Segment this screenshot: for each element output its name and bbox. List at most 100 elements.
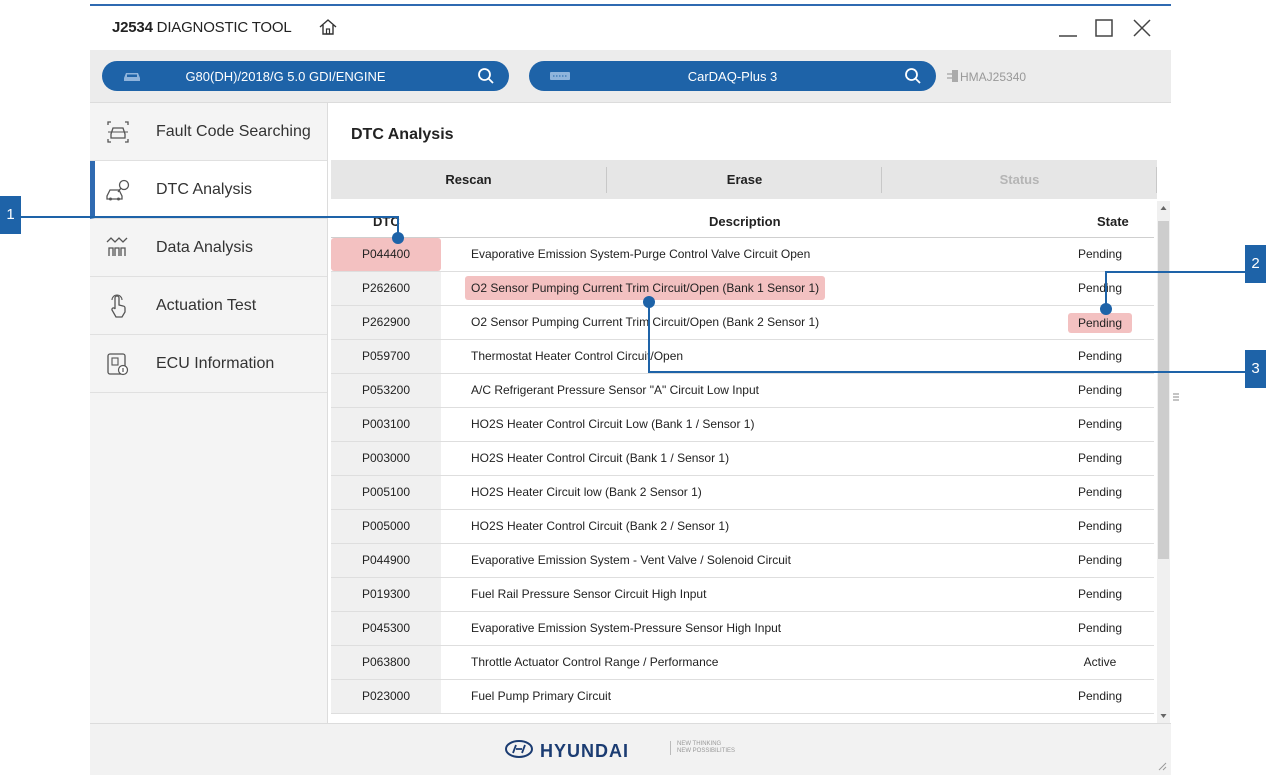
dtc-state: Pending xyxy=(1077,485,1123,499)
action-bar: Rescan Erase Status xyxy=(331,160,1157,199)
hyundai-logo-icon xyxy=(505,740,533,758)
vehicle-selector[interactable]: G80(DH)/2018/G 5.0 GDI/ENGINE xyxy=(102,61,509,91)
maximize-button[interactable] xyxy=(1092,14,1116,40)
scroll-up-arrow[interactable] xyxy=(1157,201,1170,215)
table-row[interactable]: P044900 Evaporative Emission System - Ven… xyxy=(331,544,1154,578)
brand-tagline: NEW THINKING NEW POSSIBILITIES xyxy=(670,741,735,755)
dtc-state: Pending xyxy=(1077,519,1123,533)
dtc-code: P262600 xyxy=(331,272,441,305)
sidebar: Fault Code Searching DTC Analysis Data A… xyxy=(90,103,328,723)
scroll-thumb[interactable] xyxy=(1158,221,1169,559)
action-divider xyxy=(1156,167,1157,193)
dtc-description: Fuel Pump Primary Circuit xyxy=(471,689,612,703)
table-header: DTC Description State xyxy=(331,203,1154,238)
dtc-description: O2 Sensor Pumping Current Trim Circuit/O… xyxy=(471,315,820,329)
dtc-description: Evaporative Emission System-Purge Contro… xyxy=(471,247,811,261)
dtc-description: Thermostat Heater Control Circuit/Open xyxy=(471,349,684,363)
sidebar-item-dtc-analysis[interactable]: DTC Analysis xyxy=(90,161,327,219)
device-id: HMAJ25340 xyxy=(960,70,1027,84)
dtc-state: Active xyxy=(1083,655,1117,669)
table-scrollbar[interactable] xyxy=(1157,201,1170,723)
rescan-button[interactable]: Rescan xyxy=(331,160,606,199)
dtc-code: P262900 xyxy=(331,306,441,339)
sidebar-item-label: Fault Code Searching xyxy=(156,123,311,140)
dtc-code: P005100 xyxy=(331,476,441,509)
sidebar-item-label: DTC Analysis xyxy=(156,181,253,198)
callout-badge: 3 xyxy=(1245,350,1266,388)
dtc-description: A/C Refrigerant Pressure Sensor "A" Circ… xyxy=(471,383,759,397)
table-row[interactable]: P005100 HO2S Heater Circuit low (Bank 2 S… xyxy=(331,476,1154,510)
dtc-code: P053200 xyxy=(331,374,441,407)
table-row[interactable]: P059700 Thermostat Heater Control Circuit… xyxy=(331,340,1154,374)
grip-icon xyxy=(1173,393,1179,401)
dtc-state: Pending xyxy=(1077,247,1123,261)
sidebar-item-actuation-test[interactable]: Actuation Test xyxy=(90,277,327,335)
dtc-code: P023000 xyxy=(331,680,441,713)
status-button: Status xyxy=(999,172,1040,187)
dtc-state: Pending xyxy=(1068,313,1132,333)
dtc-description: Throttle Actuator Control Range / Perfor… xyxy=(471,655,719,669)
erase-button[interactable]: Erase xyxy=(607,160,882,199)
dtc-code: P003000 xyxy=(331,442,441,475)
dtc-description: O2 Sensor Pumping Current Trim Circuit/O… xyxy=(465,276,826,300)
dtc-code: P063800 xyxy=(331,646,441,679)
home-icon[interactable] xyxy=(318,17,338,37)
callout-badge: 2 xyxy=(1245,245,1266,283)
table-row[interactable]: P044400 Evaporative Emission System-Purge… xyxy=(331,238,1154,272)
dtc-code: P045300 xyxy=(331,612,441,645)
table-row[interactable]: P045300 Evaporative Emission System-Press… xyxy=(331,612,1154,646)
column-description[interactable]: Description xyxy=(709,214,781,229)
dtc-state: Pending xyxy=(1077,587,1123,601)
dtc-description: HO2S Heater Control Circuit (Bank 1 / Se… xyxy=(471,451,730,465)
device-selector[interactable]: CarDAQ-Plus 3 xyxy=(529,61,936,91)
table-row[interactable]: P262600 O2 Sensor Pumping Current Trim Ci… xyxy=(331,272,1154,306)
dtc-description: HO2S Heater Circuit low (Bank 2 Sensor 1… xyxy=(471,485,702,499)
dtc-description: Evaporative Emission System - Vent Valve… xyxy=(471,553,791,567)
app-window: J2534 DIAGNOSTIC TOOL G80(DH)/2018/G 5.0… xyxy=(90,4,1179,775)
dtc-code: P019300 xyxy=(331,578,441,611)
dtc-state: Pending xyxy=(1077,383,1123,397)
vehicle-text: G80(DH)/2018/G 5.0 GDI/ENGINE xyxy=(185,69,386,84)
table-row[interactable]: P023000 Fuel Pump Primary Circuit Pending xyxy=(331,680,1154,714)
column-state[interactable]: State xyxy=(1097,214,1129,229)
sidebar-item-label: ECU Information xyxy=(156,355,275,372)
dtc-state: Pending xyxy=(1077,553,1123,567)
table-row[interactable]: P003100 HO2S Heater Control Circuit Low (… xyxy=(331,408,1154,442)
dtc-state: Pending xyxy=(1077,689,1123,703)
scroll-down-arrow[interactable] xyxy=(1157,709,1170,723)
title-bar: J2534 DIAGNOSTIC TOOL xyxy=(90,6,1171,50)
table-row[interactable]: P053200 A/C Refrigerant Pressure Sensor "… xyxy=(331,374,1154,408)
sidebar-item-data-analysis[interactable]: Data Analysis xyxy=(90,219,327,277)
dtc-state: Pending xyxy=(1077,451,1123,465)
resize-grip-icon[interactable] xyxy=(1157,761,1167,771)
close-button[interactable] xyxy=(1130,14,1154,40)
column-dtc[interactable]: DTC xyxy=(373,214,400,229)
table-row[interactable]: P019300 Fuel Rail Pressure Sensor Circuit… xyxy=(331,578,1154,612)
car-scan-icon xyxy=(107,121,129,143)
table-row[interactable]: P063800 Throttle Actuator Control Range /… xyxy=(331,646,1154,680)
table-row[interactable]: P003000 HO2S Heater Control Circuit (Bank… xyxy=(331,442,1154,476)
table-row[interactable]: P262900 O2 Sensor Pumping Current Trim Ci… xyxy=(331,306,1154,340)
device-text: CarDAQ-Plus 3 xyxy=(687,69,778,84)
dtc-code: P044400 xyxy=(331,238,441,271)
search-icon[interactable] xyxy=(904,67,922,85)
table-row[interactable]: P005000 HO2S Heater Control Circuit (Bank… xyxy=(331,510,1154,544)
dtc-table-body: P044400 Evaporative Emission System-Purge… xyxy=(331,238,1154,719)
device-plug-icon xyxy=(947,70,958,82)
hand-tap-icon xyxy=(111,294,126,318)
dtc-state: Pending xyxy=(1077,349,1123,363)
sidebar-item-ecu-information[interactable]: ECU Information xyxy=(90,335,327,393)
dtc-code: P044900 xyxy=(331,544,441,577)
dtc-state: Pending xyxy=(1077,281,1123,295)
car-wrench-icon xyxy=(106,179,130,201)
search-icon[interactable] xyxy=(477,67,495,85)
sidebar-item-fault-code-searching[interactable]: Fault Code Searching xyxy=(90,103,327,161)
dtc-description: HO2S Heater Control Circuit Low (Bank 1 … xyxy=(471,417,755,431)
callout-badge: 1 xyxy=(0,196,21,234)
dtc-code: P003100 xyxy=(331,408,441,441)
dtc-description: HO2S Heater Control Circuit (Bank 2 / Se… xyxy=(471,519,730,533)
dtc-code: P059700 xyxy=(331,340,441,373)
footer: HYUNDAI NEW THINKING NEW POSSIBILITIES xyxy=(90,723,1171,775)
dtc-state: Pending xyxy=(1077,621,1123,635)
minimize-button[interactable] xyxy=(1056,14,1080,40)
